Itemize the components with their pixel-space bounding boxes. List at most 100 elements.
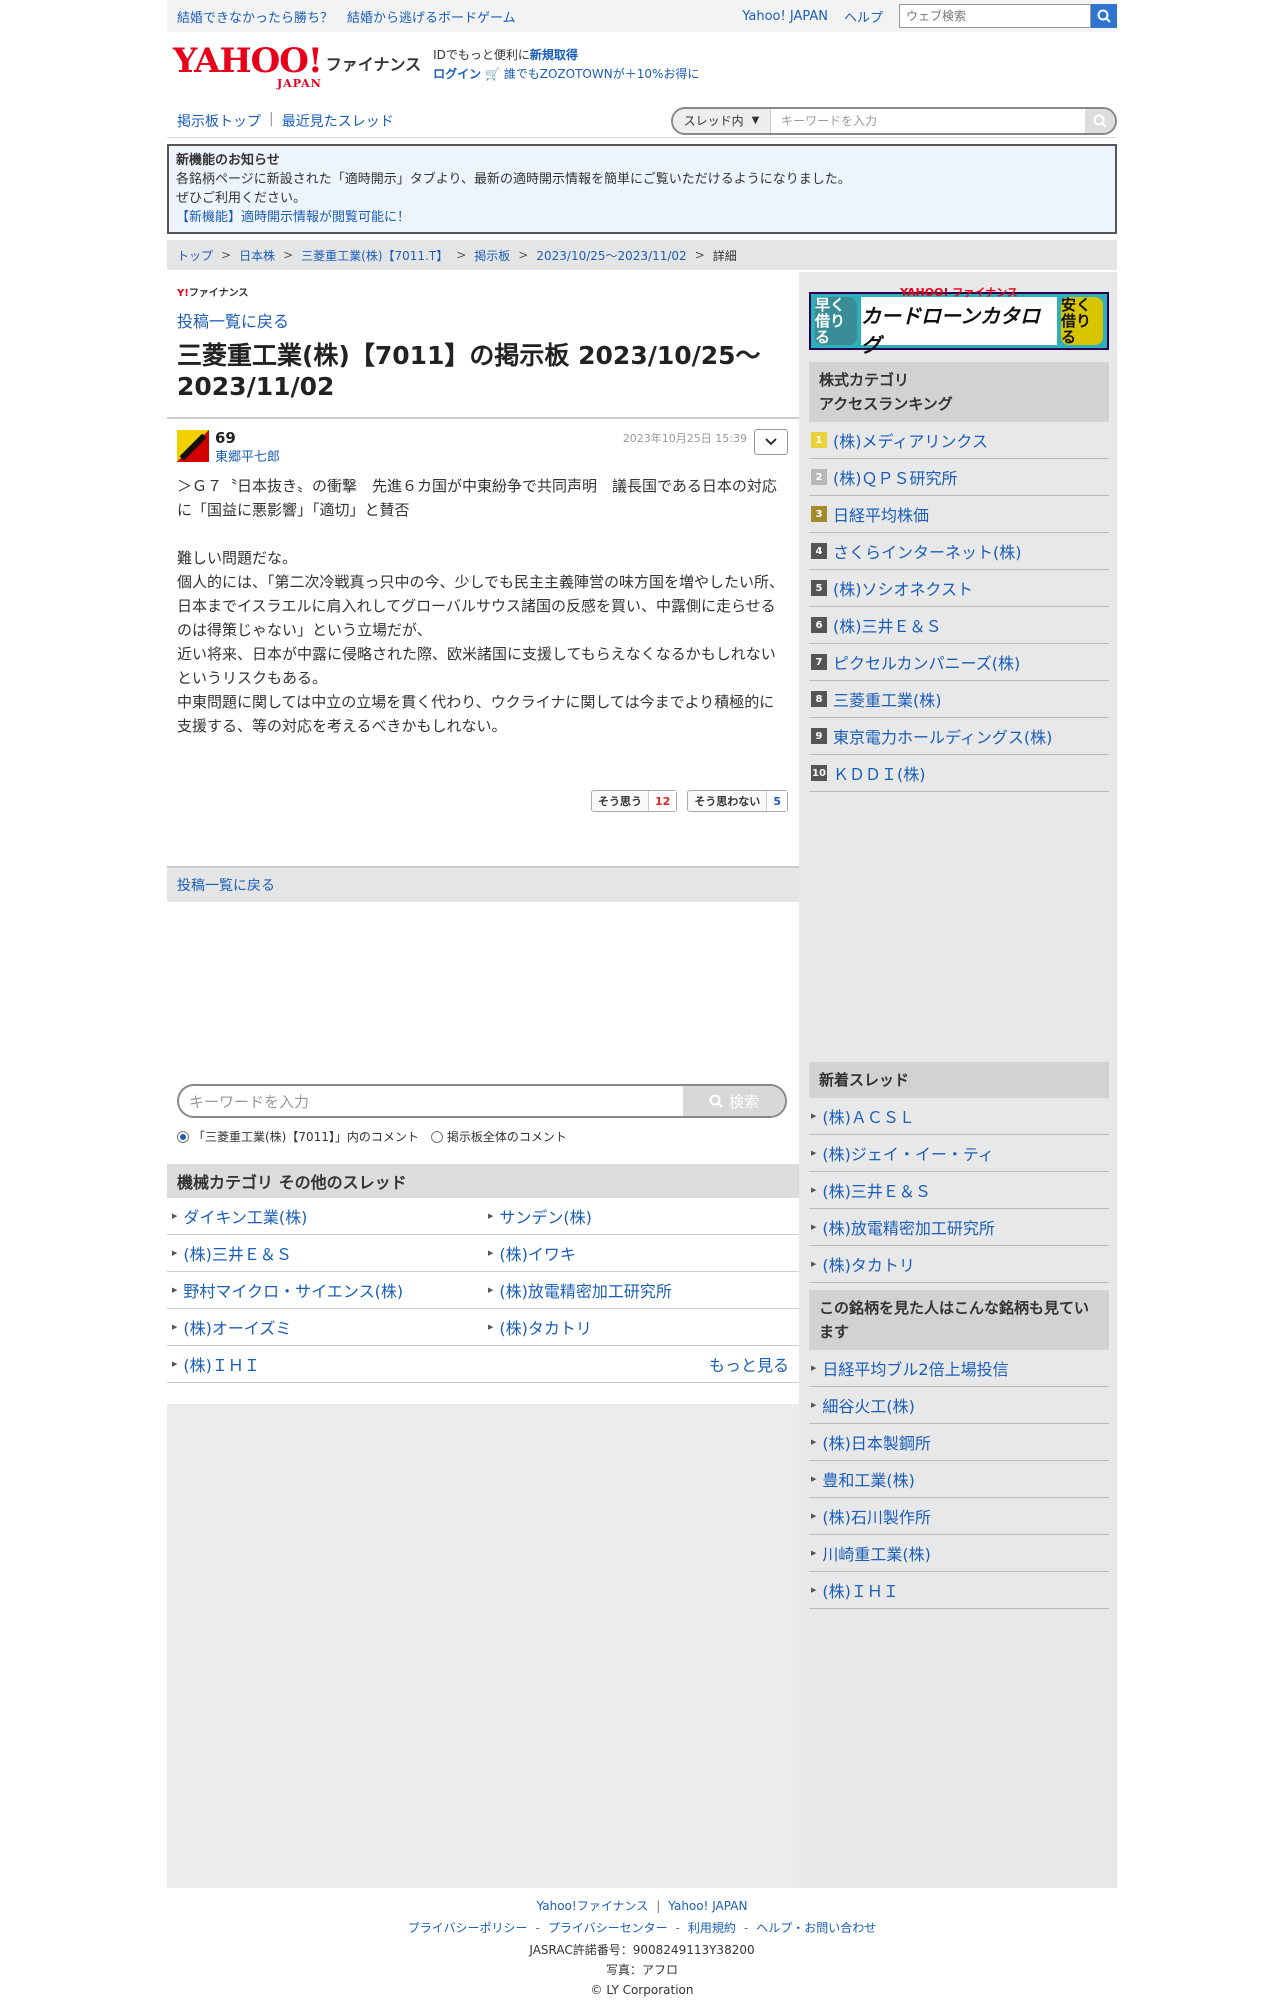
web-search: [899, 4, 1117, 28]
ranking-link[interactable]: ＫＤＤＩ(株): [833, 761, 926, 785]
search-scope-select[interactable]: スレッド内 ▼: [673, 108, 771, 133]
cart-icon: 🛒: [484, 67, 500, 81]
new-thread-link[interactable]: (株)放電精密加工研究所: [822, 1215, 995, 1239]
category-thread-link[interactable]: (株)イワキ: [499, 1241, 576, 1265]
category-threads-list: ▶ ダイキン工業(株) ▶ サンデン(株) ▶ (株)三井Ｅ＆Ｓ ▶ (株)イワキ ▶ 野…: [167, 1198, 799, 1383]
banner-title: カードローンカタログ: [861, 304, 1040, 357]
also-viewed-link[interactable]: (株)石川製作所: [822, 1504, 931, 1528]
category-thread-link[interactable]: 野村マイクロ・サイエンス(株): [183, 1278, 403, 1302]
footer-yf-link[interactable]: Yahoo!ファイナンス: [537, 1896, 649, 1916]
footer-terms[interactable]: 利用規約: [688, 1918, 736, 1938]
footer: Yahoo!ファイナンス | Yahoo! JAPAN プライバシーポリシー - プ…: [0, 1896, 1284, 2000]
ranking-link[interactable]: (株)三井Ｅ＆Ｓ: [833, 613, 942, 637]
category-thread-link[interactable]: (株)オーイズミ: [183, 1315, 291, 1339]
board-search: スレッド内 ▼ キーワードを入力: [671, 106, 1117, 135]
zozo-link[interactable]: 誰でもZOZOTOWNが＋10%お得に: [504, 67, 700, 81]
radio-this-thread[interactable]: 「三菱重工業(株)【7011】」内のコメント: [177, 1128, 419, 1145]
logo-service: ファイナンス: [325, 55, 422, 74]
board-search-input[interactable]: キーワードを入力: [771, 109, 1085, 133]
crumb-top[interactable]: トップ: [177, 247, 213, 264]
ranking-item: 6 (株)三井Ｅ＆Ｓ: [809, 607, 1109, 644]
ranking-link[interactable]: (株)ＱＰＳ研究所: [833, 465, 958, 489]
ad-space: [167, 1404, 799, 1888]
more-threads-link[interactable]: もっと見る: [709, 1352, 799, 1376]
banner-left-badge: 早く借りる: [815, 297, 857, 345]
ranking-item: 5 (株)ソシオネクスト: [809, 570, 1109, 607]
back-bar: 投稿一覧に戻る: [167, 866, 799, 902]
radio-all-boards[interactable]: 掲示板全体のコメント: [430, 1128, 567, 1145]
site-header: YAHOO! JAPAN ファイナンス IDでもっと便利に新規取得 ログイン 🛒 …: [167, 38, 1117, 98]
ranking-title: 株式カテゴリ アクセスランキング: [809, 362, 1109, 422]
ranking-link[interactable]: ピクセルカンパニーズ(株): [833, 650, 1020, 674]
post-username[interactable]: 東郷平七郎: [215, 446, 280, 465]
notice-title: 新機能のお知らせ: [176, 153, 280, 168]
also-viewed-link[interactable]: 豊和工業(株): [822, 1467, 915, 1491]
category-thread-link[interactable]: (株)タカトリ: [499, 1315, 592, 1339]
crumb-board[interactable]: 掲示板: [474, 247, 510, 264]
new-thread-link[interactable]: (株)三井Ｅ＆Ｓ: [822, 1178, 931, 1202]
caret-down-icon: ▼: [751, 115, 760, 126]
finance-mini-logo: Y!ファイナンス: [177, 288, 249, 299]
category-thread-link[interactable]: サンデン(株): [499, 1204, 592, 1228]
web-search-button[interactable]: [1091, 4, 1117, 28]
promo-link-1[interactable]: 結婚できなかったら勝ち？: [177, 7, 333, 26]
also-viewed-link[interactable]: (株)ＩＨＩ: [822, 1578, 899, 1602]
web-search-input[interactable]: [899, 4, 1091, 28]
ranking-item: 3 日経平均株価: [809, 496, 1109, 533]
footer-privacy-center[interactable]: プライバシーセンター: [548, 1918, 668, 1938]
main-area: Y!ファイナンス 投稿一覧に戻る 三菱重工業(株)【7011】の掲示板 2023…: [167, 272, 1117, 1888]
ranking-link[interactable]: (株)メディアリンクス: [833, 428, 988, 452]
new-thread-link[interactable]: (株)ＡＣＳＬ: [822, 1104, 915, 1128]
login-link[interactable]: ログイン: [433, 67, 481, 81]
crumb-stock[interactable]: 三菱重工業(株)【7011.T】: [301, 247, 448, 264]
chevron-down-icon: [765, 438, 777, 446]
agree-button[interactable]: そう思う 12: [591, 790, 678, 812]
ranking-item: 8 三菱重工業(株): [809, 681, 1109, 718]
keyword-search-input[interactable]: キーワードを入力: [179, 1086, 683, 1116]
ranking-link[interactable]: 三菱重工業(株): [833, 687, 942, 711]
category-thread-link[interactable]: ダイキン工業(株): [183, 1204, 307, 1228]
footer-help[interactable]: ヘルプ・お問い合わせ: [756, 1918, 876, 1938]
back-to-list-link[interactable]: 投稿一覧に戻る: [177, 308, 289, 332]
also-viewed-link[interactable]: 細谷火工(株): [822, 1393, 915, 1417]
also-viewed-link[interactable]: 川崎重工業(株): [822, 1541, 931, 1565]
category-thread-link[interactable]: (株)三井Ｅ＆Ｓ: [183, 1241, 292, 1265]
ranking-link[interactable]: (株)ソシオネクスト: [833, 576, 973, 600]
card-loan-banner[interactable]: 早く借りる YAHOO! ファイナンス カードローンカタログ 安く借りる: [809, 286, 1109, 357]
also-viewed-link[interactable]: 日経平均ブル2倍上場投信: [822, 1356, 1008, 1380]
disagree-label: そう思わない: [694, 795, 761, 808]
help-link[interactable]: ヘルプ: [844, 7, 883, 26]
disagree-button[interactable]: そう思わない 5: [687, 790, 788, 812]
crumb-jp-stocks[interactable]: 日本株: [239, 247, 275, 264]
yahoo-japan-link[interactable]: Yahoo! JAPAN: [742, 9, 828, 24]
category-threads-title: 機械カテゴリ その他のスレッド: [167, 1164, 799, 1198]
board-top-link[interactable]: 掲示板トップ: [177, 111, 261, 131]
new-feature-notice: 新機能のお知らせ 各銘柄ページに新設された「適時開示」タブより、最新の適時開示情…: [167, 144, 1117, 234]
scope-label: スレッド内: [683, 114, 744, 128]
also-viewed-link[interactable]: (株)日本製鋼所: [822, 1430, 931, 1454]
new-thread-link[interactable]: (株)タカトリ: [822, 1252, 915, 1276]
crumb-period[interactable]: 2023/10/25〜2023/11/02: [536, 247, 686, 264]
footer-photo: 写真：アフロ: [605, 1963, 678, 1977]
ranking-link[interactable]: 日経平均株価: [833, 502, 929, 526]
recent-threads-link[interactable]: 最近見たスレッド: [282, 111, 394, 131]
footer-yj-link[interactable]: Yahoo! JAPAN: [668, 1896, 747, 1916]
board-search-button[interactable]: [1085, 108, 1115, 133]
ranking-link[interactable]: さくらインターネット(株): [833, 539, 1022, 563]
promo-link-2[interactable]: 結婚から逃げるボードゲーム: [347, 7, 516, 26]
back-to-list-link-bottom[interactable]: 投稿一覧に戻る: [177, 875, 275, 895]
register-link[interactable]: 新規取得: [530, 48, 578, 62]
keyword-search-button[interactable]: 検索: [683, 1086, 785, 1116]
footer-privacy-policy[interactable]: プライバシーポリシー: [408, 1918, 528, 1938]
category-thread-link[interactable]: (株)ＩＨＩ: [183, 1352, 260, 1376]
post-menu-button[interactable]: [754, 429, 788, 455]
ranking-item: 9 東京電力ホールディングス(株): [809, 718, 1109, 755]
keyword-search: キーワードを入力 検索: [177, 1084, 787, 1118]
yahoo-finance-logo[interactable]: YAHOO! JAPAN ファイナンス: [167, 38, 421, 89]
notice-link[interactable]: 【新機能】適時開示情報が閲覧可能に！: [176, 208, 1108, 227]
post-body: ＞Ｇ７〝日本抜き〟の衝撃 先進６カ国が中東紛争で共同声明 議長国である日本の対応…: [177, 477, 785, 735]
ranking-link[interactable]: 東京電力ホールディングス(株): [833, 724, 1052, 748]
category-thread-link[interactable]: (株)放電精密加工研究所: [499, 1278, 672, 1302]
new-thread-link[interactable]: (株)ジェイ・イー・ティ: [822, 1141, 994, 1165]
also-viewed-list: ▶ 日経平均ブル2倍上場投信 ▶ 細谷火工(株) ▶ (株)日本製鋼所 ▶ 豊和工業(株…: [809, 1350, 1109, 1609]
